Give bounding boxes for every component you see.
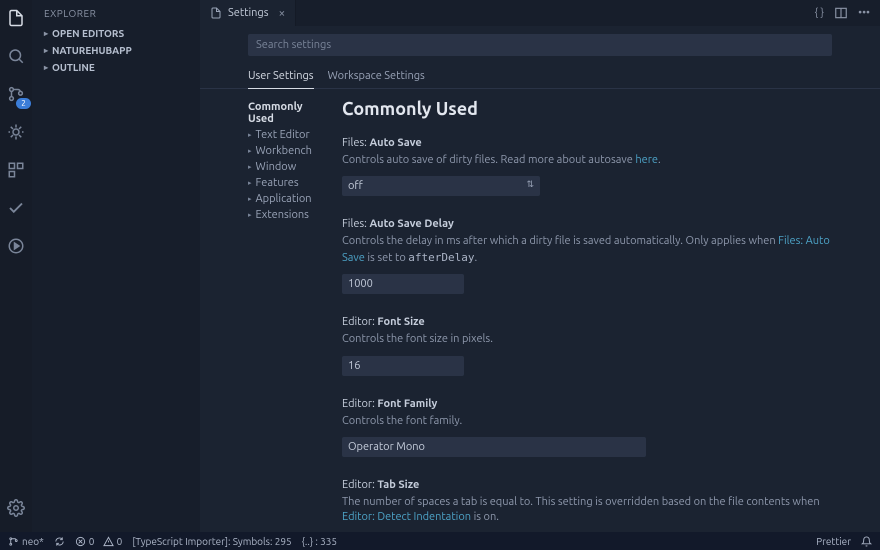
status-ts-importer[interactable]: [TypeScript Importer]: Symbols: 295	[132, 536, 291, 547]
status-selection[interactable]: {..} : 335	[302, 536, 337, 547]
debug-icon[interactable]	[4, 120, 28, 144]
toc-extensions[interactable]: Extensions	[248, 207, 330, 223]
toc-features[interactable]: Features	[248, 175, 330, 191]
close-icon[interactable]: ×	[279, 7, 286, 20]
editor-area: Settings × { } ••• User Settings Workspa…	[200, 0, 880, 532]
source-control-icon[interactable]	[4, 82, 28, 106]
setting-files-autosave: Files: Auto Save Controls auto save of d…	[342, 129, 832, 210]
setting-files-autosave-delay: Files: Auto Save Delay Controls the dela…	[342, 210, 832, 308]
setting-editor-font-size: Editor: Font Size Controls the font size…	[342, 308, 832, 389]
font-family-input[interactable]	[342, 437, 646, 457]
page-title: Commonly Used	[342, 95, 832, 129]
settings-toc: Commonly Used Text Editor Workbench Wind…	[200, 89, 330, 532]
toc-window[interactable]: Window	[248, 159, 330, 175]
autosave-delay-input[interactable]	[342, 274, 464, 294]
search-input[interactable]	[248, 34, 832, 56]
sidebar-open-editors[interactable]: OPEN EDITORS	[32, 25, 200, 42]
status-sync[interactable]	[54, 536, 65, 547]
explorer-icon[interactable]	[4, 6, 28, 30]
deploy-icon[interactable]	[4, 234, 28, 258]
toc-text-editor[interactable]: Text Editor	[248, 127, 330, 143]
tabsize-link[interactable]: Editor: Detect Indentation	[342, 511, 471, 523]
test-icon[interactable]	[4, 196, 28, 220]
split-editor-icon[interactable]	[834, 6, 848, 20]
status-bar: neo* 0 0 [TypeScript Importer]: Symbols:…	[0, 532, 880, 550]
editor-actions: { } •••	[804, 0, 880, 26]
tab-label: Settings	[228, 7, 269, 19]
search-icon[interactable]	[4, 44, 28, 68]
sidebar-outline[interactable]: OUTLINE	[32, 59, 200, 76]
tab-workspace-settings[interactable]: Workspace Settings	[328, 66, 425, 88]
sidebar-title: EXPLORER	[32, 0, 200, 25]
tab-settings[interactable]: Settings ×	[200, 0, 296, 26]
tab-bar: Settings × { } •••	[200, 0, 880, 26]
toc-heading[interactable]: Commonly Used	[248, 99, 330, 127]
settings-gear-icon[interactable]	[4, 496, 28, 520]
autosave-link[interactable]: here	[635, 154, 658, 166]
status-problems[interactable]: 0 0	[75, 536, 123, 547]
activity-bar	[0, 0, 32, 532]
tab-user-settings[interactable]: User Settings	[248, 66, 314, 89]
open-json-icon[interactable]: { }	[814, 7, 824, 19]
status-prettier[interactable]: Prettier	[816, 536, 851, 547]
setting-editor-font-family: Editor: Font Family Controls the font fa…	[342, 390, 832, 471]
font-size-input[interactable]	[342, 356, 464, 376]
extensions-icon[interactable]	[4, 158, 28, 182]
status-bell-icon[interactable]	[861, 536, 872, 547]
more-icon[interactable]: •••	[858, 7, 870, 19]
settings-list[interactable]: Commonly Used Files: Auto Save Controls …	[330, 89, 880, 532]
toc-application[interactable]: Application	[248, 191, 330, 207]
setting-editor-tab-size: Editor: Tab Size The number of spaces a …	[342, 471, 832, 532]
autosave-select[interactable]: off	[342, 176, 540, 196]
toc-workbench[interactable]: Workbench	[248, 143, 330, 159]
explorer-sidebar: EXPLORER OPEN EDITORS NATUREHUBAPP OUTLI…	[32, 0, 200, 532]
status-branch[interactable]: neo*	[8, 536, 44, 547]
sidebar-project[interactable]: NATUREHUBAPP	[32, 42, 200, 59]
